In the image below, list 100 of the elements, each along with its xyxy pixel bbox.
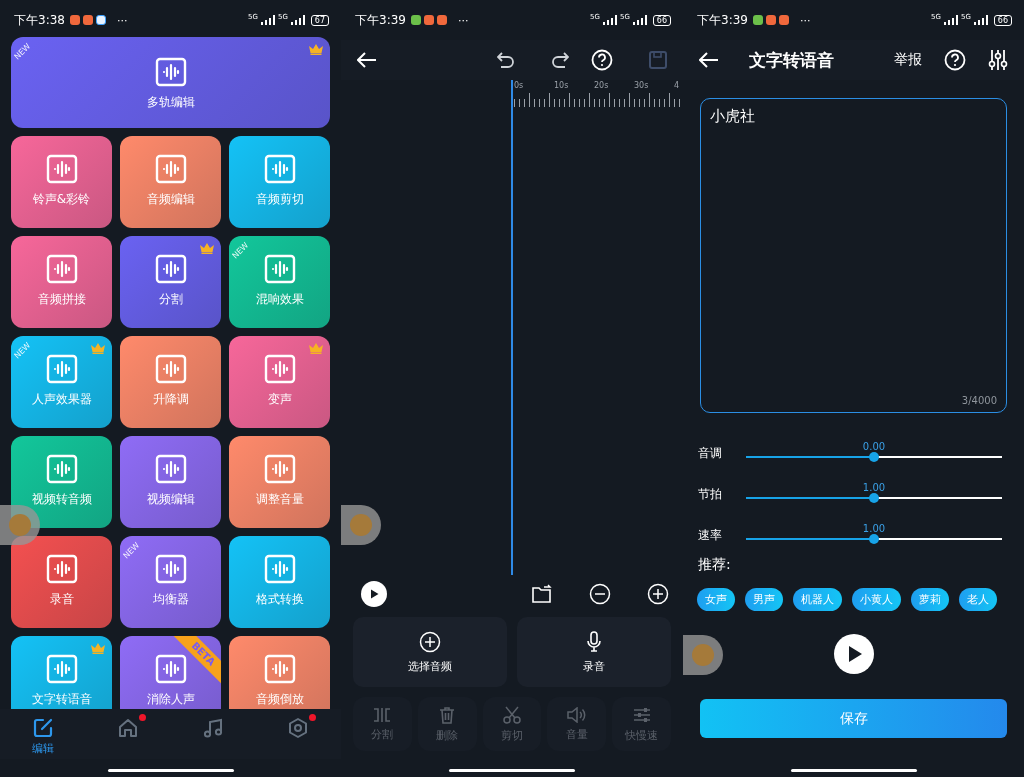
edit-icon [31, 717, 54, 739]
tile-label: 音频倒放 [255, 691, 304, 708]
tile-label: 混响效果 [255, 291, 304, 308]
waveform-icon [263, 354, 296, 384]
slider-label: 音调 [698, 445, 723, 462]
tile-label: 调整音量 [255, 491, 304, 508]
waveform-icon [154, 354, 187, 384]
tile-label: 变声 [267, 391, 292, 408]
back-arrow-icon[interactable] [699, 52, 719, 68]
waveform-icon [45, 554, 78, 584]
action-card[interactable]: 选择音频 [353, 617, 507, 687]
feature-tile[interactable]: 视频编辑 [120, 436, 221, 528]
action-card[interactable]: 录音 [517, 617, 671, 687]
more-dots: ··· [116, 13, 128, 27]
status-time: 下午3:39 [697, 11, 748, 29]
slider-value: 0.00 [861, 441, 887, 452]
notification-icon [778, 15, 789, 25]
slider-thumb[interactable] [869, 452, 879, 462]
undo-icon[interactable] [497, 52, 515, 68]
notification-icon [436, 15, 447, 25]
slider-value: 1.00 [861, 523, 887, 534]
tile-label: 人声效果器 [31, 391, 92, 408]
feature-tile[interactable]: 音频拼接 [11, 236, 112, 328]
status-time: 下午3:39 [355, 11, 406, 29]
tile-label: 消除人声 [146, 691, 195, 708]
zoom-out-icon[interactable] [589, 583, 611, 605]
feature-tile[interactable]: 分割 [120, 236, 221, 328]
waveform-icon [154, 554, 187, 584]
page-title: 文字转语音 [749, 48, 834, 72]
feature-tile[interactable]: 铃声&彩铃 [11, 136, 112, 228]
back-arrow-icon[interactable] [357, 52, 377, 68]
feature-tile[interactable]: 升降调 [120, 336, 221, 428]
home-icon [116, 717, 139, 739]
text-input-field[interactable]: 小虎社 3/4000 [700, 98, 1007, 413]
help-icon[interactable] [591, 49, 613, 71]
tile-label: 升降调 [152, 391, 189, 408]
more-dots: ··· [799, 13, 811, 27]
feature-tile[interactable]: 音频编辑 [120, 136, 221, 228]
feature-tile[interactable]: 文字转语音 [11, 636, 112, 709]
feature-tile[interactable]: 音频倒放 [229, 636, 330, 709]
slider-label: 速率 [698, 527, 723, 544]
tile-label: 录音 [49, 591, 74, 608]
settings-sliders-icon[interactable] [988, 49, 1008, 71]
settings-icon [287, 717, 310, 739]
slider-label: 节拍 [698, 486, 723, 503]
split-icon [373, 706, 392, 723]
voice-chip[interactable]: 机器人 [793, 588, 842, 611]
nav-tab[interactable]: 编辑 [0, 717, 86, 759]
battery-indicator: 66 [993, 14, 1012, 26]
voice-chip[interactable]: 女声 [697, 588, 735, 611]
voice-chip[interactable]: 老人 [959, 588, 997, 611]
signal-icon [943, 15, 958, 25]
ruler-label: 4 [674, 80, 681, 92]
add-circle-icon [419, 630, 441, 653]
waveform-icon [154, 654, 187, 684]
waveform-icon [45, 654, 78, 684]
waveform-icon [154, 454, 187, 484]
slider-thumb[interactable] [869, 534, 879, 544]
waveform-icon [154, 254, 187, 284]
waveform-icon [45, 154, 78, 184]
slider-value: 1.00 [861, 482, 887, 493]
help-icon[interactable] [944, 49, 966, 71]
ruler-label: 30s [634, 80, 650, 92]
tile-label: 音频剪切 [255, 191, 304, 208]
feature-tile[interactable]: 格式转换 [229, 536, 330, 628]
signal-icon [290, 15, 305, 25]
notification-icon [95, 15, 106, 25]
character-counter: 3/4000 [961, 395, 997, 406]
feature-tile[interactable]: 变声 [229, 336, 330, 428]
notification-icon [423, 15, 434, 25]
report-link[interactable]: 举报 [894, 51, 922, 69]
waveform-icon [45, 454, 78, 484]
voice-chip[interactable]: 男声 [745, 588, 783, 611]
play-button[interactable] [361, 581, 387, 607]
play-button[interactable] [833, 634, 874, 674]
sliders-icon [632, 705, 651, 724]
tile-label: 视频编辑 [146, 491, 195, 508]
feature-tile[interactable]: 音频剪切 [229, 136, 330, 228]
waveform-icon [263, 454, 296, 484]
slider-thumb[interactable] [869, 493, 879, 503]
speaker-icon [566, 706, 587, 723]
voice-chip[interactable]: 小黄人 [852, 588, 901, 611]
feature-tile[interactable]: 录音 [11, 536, 112, 628]
tile-label: 分割 [158, 291, 183, 308]
notification-icon [69, 15, 80, 25]
feature-tile[interactable]: 视频转音频 [11, 436, 112, 528]
signal-icon [973, 15, 988, 25]
notification-icon [752, 15, 763, 25]
signal-icon [260, 15, 275, 25]
waveform-icon [263, 554, 296, 584]
voice-chip[interactable]: 萝莉 [911, 588, 949, 611]
tile-label: 音频拼接 [37, 291, 86, 308]
music-note-icon [202, 717, 225, 739]
status-time: 下午3:38 [14, 11, 65, 29]
feature-tile[interactable]: 调整音量 [229, 436, 330, 528]
ruler-label: 10s [554, 80, 570, 92]
folder-icon[interactable] [531, 584, 553, 604]
zoom-in-icon[interactable] [647, 583, 669, 605]
redo-icon[interactable] [551, 52, 569, 68]
save-button[interactable]: 保存 [700, 699, 1007, 738]
